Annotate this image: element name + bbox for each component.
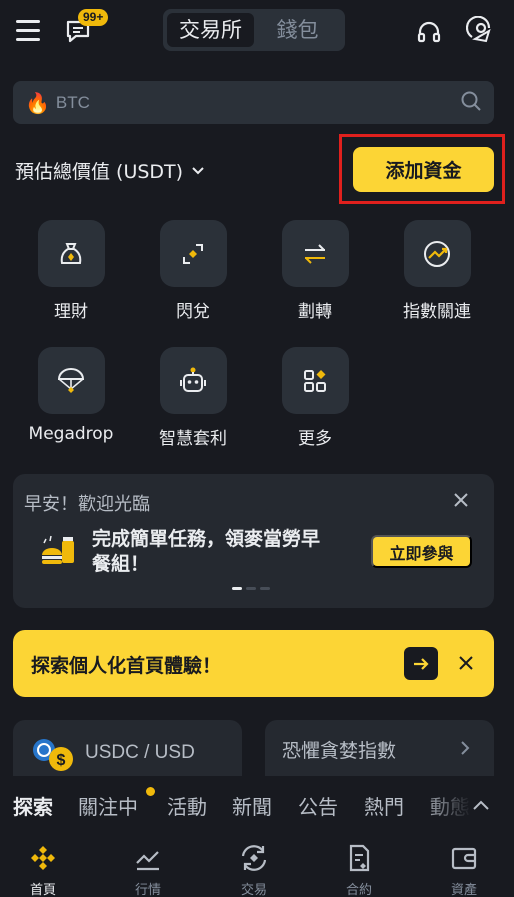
burger-meal-icon xyxy=(38,531,80,577)
profile-icon[interactable] xyxy=(466,16,496,46)
tab-following[interactable]: 關注中 xyxy=(78,791,138,820)
close-icon[interactable] xyxy=(452,491,470,513)
tab-discover[interactable]: 探索 xyxy=(13,791,53,820)
tab-news[interactable]: 新聞 xyxy=(232,791,272,820)
nav-futures[interactable]: 合約 xyxy=(319,842,399,897)
nav-assets[interactable]: 資產 xyxy=(424,842,504,897)
close-icon[interactable] xyxy=(457,654,475,676)
welcome-title: 早安！歡迎光臨 xyxy=(24,494,150,515)
fire-icon: 🔥 xyxy=(25,90,50,115)
usdc-coin-icon: $ xyxy=(31,737,75,777)
tab-fade xyxy=(420,780,514,826)
shortcut-megadrop[interactable]: Megadrop xyxy=(16,347,126,444)
shortcut-smart-arbitrage[interactable]: 智慧套利 xyxy=(138,347,248,449)
add-funds-button[interactable]: 添加資金 xyxy=(353,147,494,192)
join-now-button[interactable]: 立即參與 xyxy=(371,535,472,568)
money-bag-icon xyxy=(60,242,82,264)
menu-icon[interactable] xyxy=(16,20,40,42)
shortcut-more[interactable]: 更多 xyxy=(260,347,370,449)
shortcut-index-link[interactable]: 指數關連 xyxy=(382,220,492,322)
convert-icon xyxy=(183,243,203,264)
welcome-message: 完成簡單任務，領麥當勞早餐組！ xyxy=(92,528,321,575)
tab-announcements[interactable]: 公告 xyxy=(298,791,338,820)
shortcut-convert[interactable]: 閃兌 xyxy=(138,220,248,322)
robot-icon xyxy=(180,367,206,392)
search-bar[interactable]: 🔥 xyxy=(13,81,494,124)
more-grid-icon xyxy=(304,369,326,392)
balance-label: 預估總價值 (USDT) xyxy=(15,161,184,183)
chevron-down-icon xyxy=(192,166,204,174)
unread-dot xyxy=(146,787,155,796)
nav-markets[interactable]: 行情 xyxy=(108,842,188,897)
search-icon[interactable] xyxy=(460,90,482,116)
headset-icon[interactable] xyxy=(415,18,443,46)
notification-badge: 99+ xyxy=(78,9,109,26)
futures-icon xyxy=(349,844,370,872)
nav-home[interactable]: 首頁 xyxy=(3,842,83,897)
banner-text: 探索個人化首頁體驗！ xyxy=(31,655,222,677)
index-link-icon xyxy=(424,240,450,267)
tab-exchange[interactable]: 交易所 xyxy=(167,13,254,47)
arrow-right-icon[interactable] xyxy=(404,647,438,680)
search-input[interactable] xyxy=(55,92,460,113)
mode-switch: 交易所 錢包 xyxy=(163,9,345,51)
tab-wallet[interactable]: 錢包 xyxy=(254,13,341,47)
parachute-icon xyxy=(57,367,85,393)
nav-trade[interactable]: 交易 xyxy=(214,842,294,897)
trade-icon xyxy=(241,845,267,871)
home-icon xyxy=(31,846,55,870)
shortcut-transfer[interactable]: 劃轉 xyxy=(260,220,370,322)
tab-trending[interactable]: 熱門 xyxy=(364,791,404,820)
svg-text:$: $ xyxy=(57,752,66,769)
wallet-icon xyxy=(451,847,477,870)
chevron-right-icon xyxy=(459,740,471,760)
shortcut-earn[interactable]: 理財 xyxy=(16,220,126,322)
pair-name: USDC / USD xyxy=(85,742,195,763)
carousel-indicator xyxy=(232,587,270,590)
transfer-icon xyxy=(305,243,325,264)
fear-greed-title: 恐懼貪婪指數 xyxy=(282,740,397,762)
tab-campaigns[interactable]: 活動 xyxy=(167,791,207,820)
chevron-up-icon[interactable] xyxy=(472,796,490,815)
markets-icon xyxy=(136,851,159,871)
estimated-balance-toggle[interactable]: 預估總價值 (USDT) xyxy=(15,157,205,184)
